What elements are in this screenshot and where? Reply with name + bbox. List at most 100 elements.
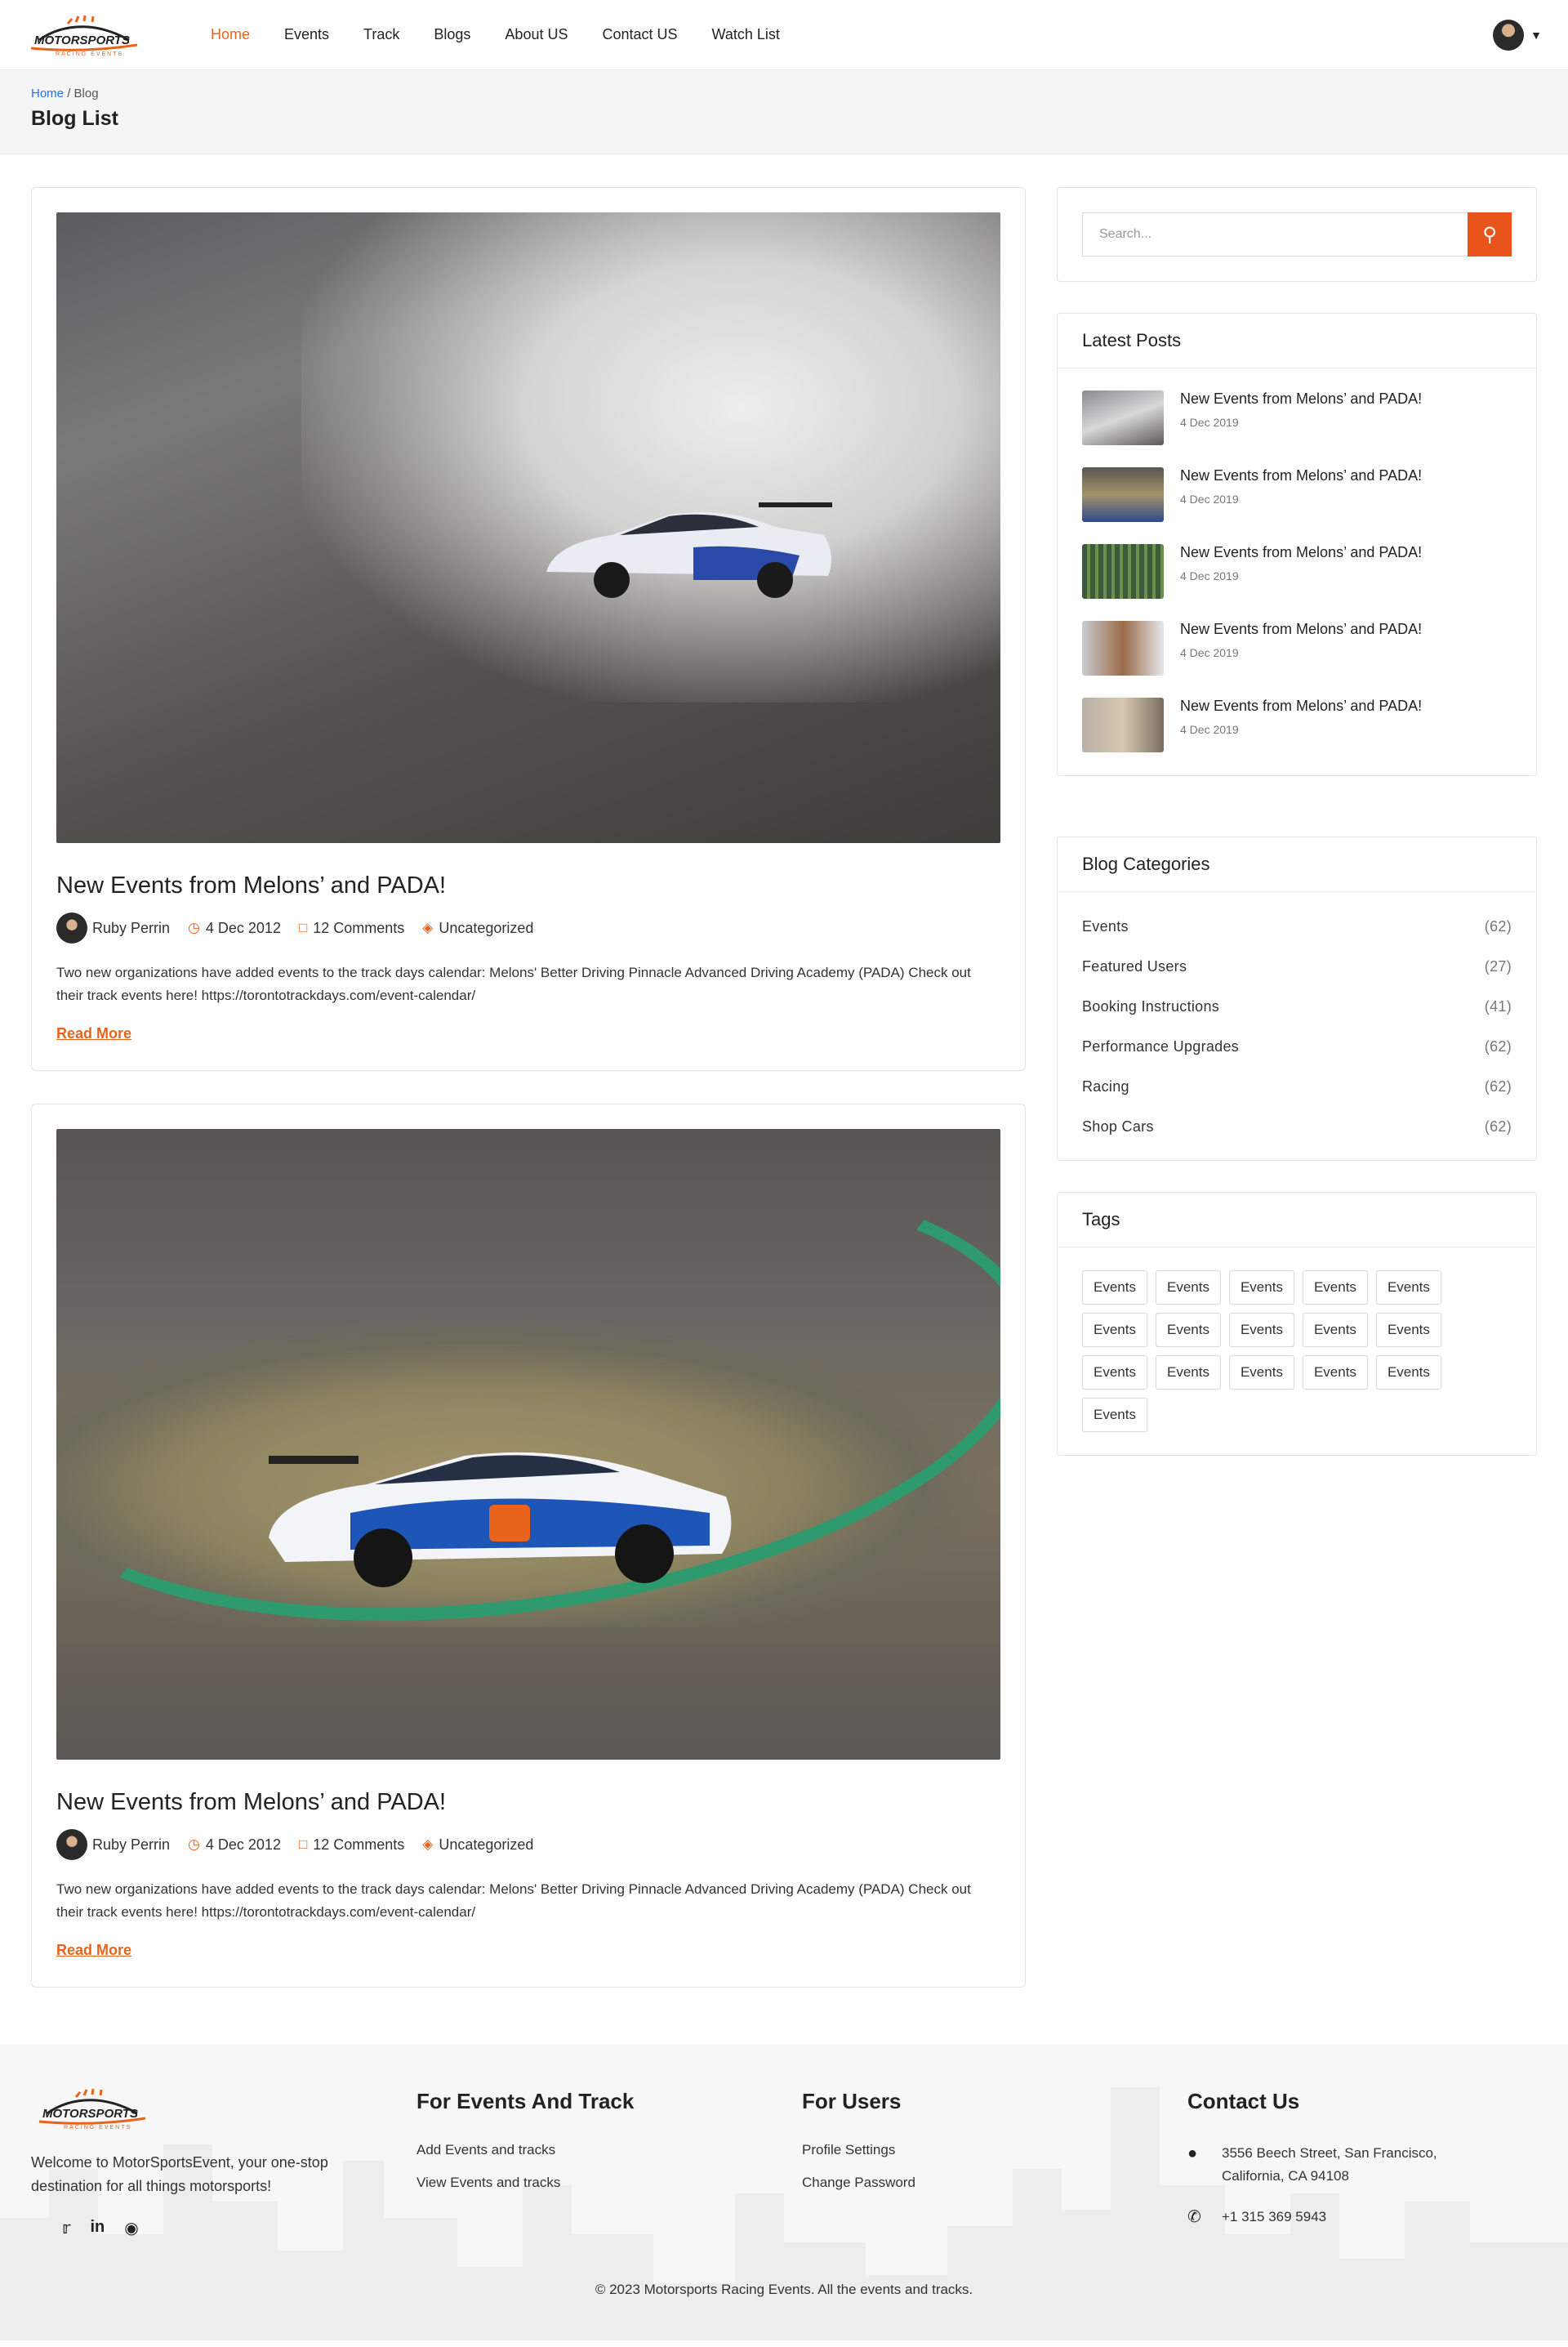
latest-post-thumb <box>1082 467 1164 522</box>
svg-text:RACING EVENTS: RACING EVENTS <box>64 2125 131 2131</box>
footer-link[interactable]: Profile Settings <box>802 2142 1187 2158</box>
nav-blogs[interactable]: Blogs <box>434 26 470 43</box>
sidebar: Search... ⚲ Latest Posts New Events from… <box>1057 187 1537 2020</box>
footer-events-col: For Events And Track Add Events and trac… <box>416 2084 802 2247</box>
post-category[interactable]: ◈ Uncategorized <box>422 1836 533 1854</box>
latest-post-item[interactable]: New Events from Melons’ and PADA! 4 Dec … <box>1082 453 1512 530</box>
nav-contact[interactable]: Contact US <box>602 26 677 43</box>
footer-link[interactable]: Add Events and tracks <box>416 2142 802 2158</box>
page-title: Blog List <box>31 107 118 130</box>
address-text: 3556 Beech Street, San Francisco, Califo… <box>1222 2145 1437 2184</box>
linkedin-icon[interactable]: in <box>90 2218 105 2238</box>
tag-chip[interactable]: Events <box>1228 1270 1294 1305</box>
category-item[interactable]: Shop Cars (62) <box>1082 1107 1512 1147</box>
smoke-effect <box>301 212 1000 703</box>
category-item[interactable]: Performance Upgrades (62) <box>1082 1027 1512 1067</box>
tag-chip[interactable]: Events <box>1302 1355 1368 1390</box>
latest-post-title[interactable]: New Events from Melons’ and PADA! <box>1180 621 1422 638</box>
nav-track[interactable]: Track <box>363 26 399 43</box>
site-logo[interactable]: MOTORSPORTS RACING EVENTS <box>23 11 145 60</box>
latest-post-item[interactable]: New Events from Melons’ and PADA! 4 Dec … <box>1082 377 1512 453</box>
twitter-icon[interactable]: 𝕣 <box>62 2218 70 2238</box>
tag-chip[interactable]: Events <box>1228 1313 1294 1347</box>
post-title[interactable]: New Events from Melons’ and PADA! <box>56 1789 1000 1816</box>
tag-icon: ◈ <box>422 1836 434 1852</box>
categories-widget: Blog Categories Events (62) Featured Use… <box>1057 837 1537 1161</box>
search-input[interactable]: Search... <box>1082 212 1468 257</box>
latest-post-title[interactable]: New Events from Melons’ and PADA! <box>1180 698 1422 715</box>
category-name[interactable]: Racing <box>1082 1078 1129 1095</box>
tag-chip[interactable]: Events <box>1082 1355 1147 1390</box>
tag-chip[interactable]: Events <box>1302 1270 1368 1305</box>
footer-link[interactable]: Change Password <box>802 2175 1187 2191</box>
category-name[interactable]: Performance Upgrades <box>1082 1038 1239 1055</box>
read-more-link[interactable]: Read More <box>56 1942 131 1959</box>
main-nav: Home Events Track Blogs About US Contact… <box>211 26 814 43</box>
drift-car-image <box>546 502 832 598</box>
latest-post-title[interactable]: New Events from Melons’ and PADA! <box>1180 544 1422 561</box>
latest-post-item[interactable]: New Events from Melons’ and PADA! 4 Dec … <box>1082 607 1512 684</box>
category-name[interactable]: Featured Users <box>1082 958 1187 975</box>
category-name[interactable]: Shop Cars <box>1082 1118 1154 1136</box>
category-name[interactable]: Events <box>1082 918 1129 935</box>
footer-link[interactable]: View Events and tracks <box>416 2175 802 2191</box>
tag-chip[interactable]: Events <box>1375 1313 1441 1347</box>
chevron-down-icon[interactable]: ▼ <box>1530 29 1542 42</box>
footer-logo[interactable]: MOTORSPORTS RACING EVENTS <box>31 2084 154 2133</box>
user-avatar[interactable] <box>1493 20 1525 51</box>
race-car-image <box>269 1452 732 1587</box>
post-title[interactable]: New Events from Melons’ and PADA! <box>56 872 1000 899</box>
breadcrumb-current: Blog <box>74 87 99 100</box>
tag-chip[interactable]: Events <box>1082 1270 1147 1305</box>
post-author[interactable]: Ruby Perrin <box>56 1829 170 1860</box>
post-author[interactable]: Ruby Perrin <box>56 912 170 944</box>
tag-chip[interactable]: Events <box>1302 1313 1368 1347</box>
post-date: ◷ 4 Dec 2012 <box>188 920 281 937</box>
category-count: (62) <box>1484 1038 1512 1055</box>
search-button[interactable]: ⚲ <box>1468 212 1512 257</box>
comment-icon: □ <box>298 1836 308 1852</box>
latest-post-title[interactable]: New Events from Melons’ and PADA! <box>1180 390 1422 408</box>
tag-chip[interactable]: Events <box>1375 1270 1441 1305</box>
copyright-text: © 2023 Motorsports Racing Events. All th… <box>595 2282 973 2297</box>
instagram-icon[interactable]: ◉ <box>124 2218 138 2238</box>
latest-post-date: 4 Dec 2019 <box>1180 646 1239 659</box>
nav-watch-list[interactable]: Watch List <box>712 26 780 43</box>
phone-icon: ✆ <box>1187 2208 1201 2226</box>
category-name[interactable]: Booking Instructions <box>1082 998 1219 1015</box>
tag-chip[interactable]: Events <box>1155 1355 1221 1390</box>
tag-chip[interactable]: Events <box>1082 1398 1147 1432</box>
nav-about[interactable]: About US <box>505 26 568 43</box>
latest-post-date: 4 Dec 2019 <box>1180 493 1239 506</box>
contact-phone[interactable]: ✆ +1 315 369 5943 <box>1187 2206 1514 2229</box>
category-item[interactable]: Events (62) <box>1082 907 1512 947</box>
post-category[interactable]: ◈ Uncategorized <box>422 920 533 937</box>
breadcrumb-home[interactable]: Home <box>31 87 64 100</box>
read-more-link[interactable]: Read More <box>56 1025 131 1042</box>
post-comments[interactable]: □ 12 Comments <box>299 1836 404 1854</box>
footer-col-title: For Users <box>802 2089 902 2113</box>
nav-events[interactable]: Events <box>284 26 329 43</box>
post-comments[interactable]: □ 12 Comments <box>299 920 404 937</box>
category-item[interactable]: Booking Instructions (41) <box>1082 987 1512 1027</box>
post-image[interactable] <box>56 1129 1000 1760</box>
tag-chip[interactable]: Events <box>1375 1355 1441 1390</box>
latest-post-item[interactable]: New Events from Melons’ and PADA! 4 Dec … <box>1082 684 1512 761</box>
post-comments-text: 12 Comments <box>313 1836 405 1853</box>
author-name: Ruby Perrin <box>92 1836 171 1853</box>
category-count: (27) <box>1484 958 1512 975</box>
user-menu[interactable]: ▼ <box>1493 20 1542 51</box>
footer-col-title: For Events And Track <box>416 2089 635 2113</box>
category-item[interactable]: Racing (62) <box>1082 1067 1512 1107</box>
latest-post-title[interactable]: New Events from Melons’ and PADA! <box>1180 467 1422 484</box>
latest-post-item[interactable]: New Events from Melons’ and PADA! 4 Dec … <box>1082 530 1512 607</box>
tag-chip[interactable]: Events <box>1082 1313 1147 1347</box>
blog-post-card: New Events from Melons’ and PADA! Ruby P… <box>31 1104 1026 1988</box>
phone-text[interactable]: +1 315 369 5943 <box>1222 2206 1326 2229</box>
nav-home[interactable]: Home <box>211 26 250 43</box>
category-item[interactable]: Featured Users (27) <box>1082 947 1512 987</box>
tag-chip[interactable]: Events <box>1155 1270 1221 1305</box>
post-image[interactable] <box>56 212 1000 843</box>
tag-chip[interactable]: Events <box>1228 1355 1294 1390</box>
tag-chip[interactable]: Events <box>1155 1313 1221 1347</box>
